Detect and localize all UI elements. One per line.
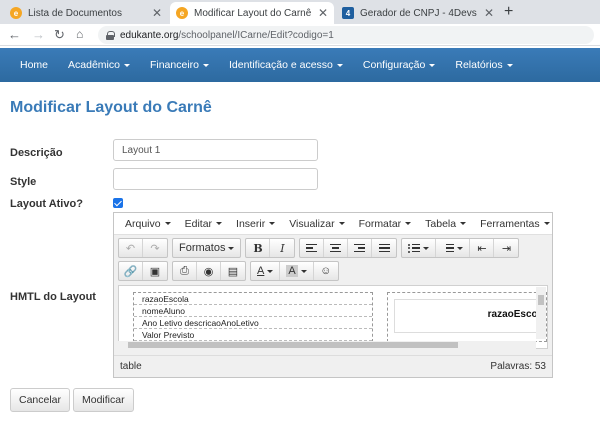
style-input[interactable] xyxy=(113,168,318,190)
descricao-input[interactable] xyxy=(113,139,318,161)
text-color-icon[interactable]: A xyxy=(251,262,281,280)
caret-down-icon xyxy=(269,222,276,226)
caret-down-icon xyxy=(429,63,436,67)
caret-down-icon xyxy=(336,63,343,67)
caret-down-icon xyxy=(267,269,274,273)
menu-arquivo[interactable]: Arquivo xyxy=(118,218,178,230)
nav-item-financeiro[interactable]: Financeiro xyxy=(140,59,219,71)
caret-down-icon xyxy=(423,246,430,250)
background-color-icon[interactable]: A xyxy=(280,262,314,280)
nav-item-home[interactable]: Home xyxy=(10,59,58,71)
nav-item-configuracao[interactable]: Configuração xyxy=(353,59,445,71)
html-layout-label: HMTL do Layout xyxy=(10,291,96,303)
descricao-label: Descrição xyxy=(10,147,63,159)
modify-button[interactable]: Modificar xyxy=(73,388,134,412)
edukante-icon: e xyxy=(176,7,188,19)
reload-icon[interactable]: ↻ xyxy=(54,27,65,43)
close-icon[interactable]: ✕ xyxy=(152,6,162,20)
align-justify-icon[interactable] xyxy=(372,239,396,257)
layout-ativo-label: Layout Ativo? xyxy=(10,198,83,210)
caret-down-icon xyxy=(405,222,412,226)
editor-toolbar-row-2: 🔗 ▣ ⎙ ◉ ▤ A A ☺ xyxy=(118,260,343,282)
url-domain: edukante.org xyxy=(120,29,179,41)
home-icon[interactable]: ⌂ xyxy=(76,27,83,41)
forward-arrow-icon[interactable]: → xyxy=(32,27,45,42)
caret-down-icon xyxy=(123,63,130,67)
close-icon[interactable]: ✕ xyxy=(318,6,328,20)
vertical-scrollbar[interactable] xyxy=(536,287,546,339)
caret-down-icon xyxy=(216,222,223,226)
caret-down-icon xyxy=(164,222,171,226)
tab-modificar-layout[interactable]: e Modificar Layout do Carnê ✕ xyxy=(170,2,334,24)
caret-down-icon xyxy=(338,222,345,226)
url-path: /schoolpanel/ICarne/Edit?codigo=1 xyxy=(178,29,334,41)
lock-icon xyxy=(106,30,115,40)
menu-editar[interactable]: Editar xyxy=(178,218,229,230)
editor-statusbar: table Palavras: 53 xyxy=(114,355,552,377)
page-title: Modificar Layout do Carnê xyxy=(10,99,212,116)
word-count: Palavras: 53 xyxy=(490,361,546,372)
address-bar: ← → ↻ ⌂ edukante.org/schoolpanel/ICarne/… xyxy=(0,24,600,46)
tab-gerador-cnpj[interactable]: 4 Gerador de CNPJ - 4Devs ✕ xyxy=(336,2,500,24)
image-icon[interactable]: ▣ xyxy=(143,262,167,280)
redo-icon[interactable]: ↷ xyxy=(143,239,167,257)
element-path[interactable]: table xyxy=(120,361,142,372)
browser-tabstrip: e Lista de Documentos ✕ e Modificar Layo… xyxy=(0,0,600,24)
horizontal-scrollbar[interactable] xyxy=(118,341,536,349)
4devs-icon: 4 xyxy=(342,7,354,19)
edukante-icon: e xyxy=(10,7,22,19)
caret-down-icon xyxy=(460,222,467,226)
close-icon[interactable]: ✕ xyxy=(484,6,494,20)
html-editor: Arquivo Editar Inserir Visualizar Format… xyxy=(113,212,553,378)
caret-down-icon xyxy=(457,246,464,250)
table-row: razaoEscola xyxy=(134,293,372,305)
content-table: razaoEscola nomeAluno Ano Letivo descric… xyxy=(133,292,373,342)
menu-visualizar[interactable]: Visualizar xyxy=(282,218,351,230)
undo-icon[interactable]: ↶ xyxy=(119,239,143,257)
media-icon[interactable]: ▤ xyxy=(221,262,245,280)
preview-icon[interactable]: ◉ xyxy=(197,262,221,280)
align-center-icon[interactable] xyxy=(324,239,349,257)
menu-formatar[interactable]: Formatar xyxy=(352,218,419,230)
menu-tabela[interactable]: Tabela xyxy=(418,218,473,230)
link-icon[interactable]: 🔗 xyxy=(119,262,143,280)
bullet-list-icon[interactable] xyxy=(402,239,437,257)
formats-dropdown[interactable]: Formatos xyxy=(173,239,240,257)
tab-lista-documentos[interactable]: e Lista de Documentos ✕ xyxy=(4,2,168,24)
new-tab-button[interactable]: + xyxy=(504,3,513,21)
menu-inserir[interactable]: Inserir xyxy=(229,218,282,230)
caret-down-icon xyxy=(203,63,209,67)
style-label: Style xyxy=(10,176,37,188)
caret-down-icon xyxy=(506,63,513,67)
bold-icon[interactable]: B xyxy=(246,239,271,257)
menu-ferramentas[interactable]: Ferramentas xyxy=(473,218,557,230)
cancel-button[interactable]: Cancelar xyxy=(10,388,71,412)
caret-down-icon xyxy=(543,222,550,226)
italic-icon[interactable]: I xyxy=(270,239,294,257)
editor-menubar: Arquivo Editar Inserir Visualizar Format… xyxy=(114,213,552,235)
caret-down-icon xyxy=(300,269,307,273)
editor-content-area[interactable]: razaoEscola nomeAluno Ano Letivo descric… xyxy=(118,285,548,349)
nav-item-academico[interactable]: Acadêmico xyxy=(58,59,140,71)
main-nav: Home Acadêmico Financeiro Identificação … xyxy=(0,48,600,82)
emoticons-icon[interactable]: ☺ xyxy=(314,262,338,280)
back-arrow-icon[interactable]: ← xyxy=(8,27,21,42)
url-input[interactable]: edukante.org/schoolpanel/ICarne/Edit?cod… xyxy=(98,26,594,44)
outdent-icon[interactable]: ⇤ xyxy=(470,239,495,257)
table-row: Valor Previsto xyxy=(134,329,372,341)
align-left-icon[interactable] xyxy=(300,239,325,257)
caret-down-icon xyxy=(228,246,235,250)
editor-toolbar-row-1: ↶ ↷ Formatos B I ⇤ ⇥ xyxy=(118,237,523,259)
numbered-list-icon[interactable] xyxy=(436,239,471,257)
table-row: nomeAluno xyxy=(134,305,372,317)
nav-item-identificacao[interactable]: Identificação e acesso xyxy=(219,59,353,71)
table-row: Ano Letivo descricaoAnoLetivo xyxy=(134,317,372,329)
nav-item-relatorios[interactable]: Relatórios xyxy=(445,59,522,71)
layout-ativo-checkbox[interactable] xyxy=(113,198,123,208)
indent-icon[interactable]: ⇥ xyxy=(494,239,518,257)
align-right-icon[interactable] xyxy=(348,239,373,257)
print-icon[interactable]: ⎙ xyxy=(173,262,197,280)
content-table-right: razaoEscola xyxy=(387,292,547,342)
